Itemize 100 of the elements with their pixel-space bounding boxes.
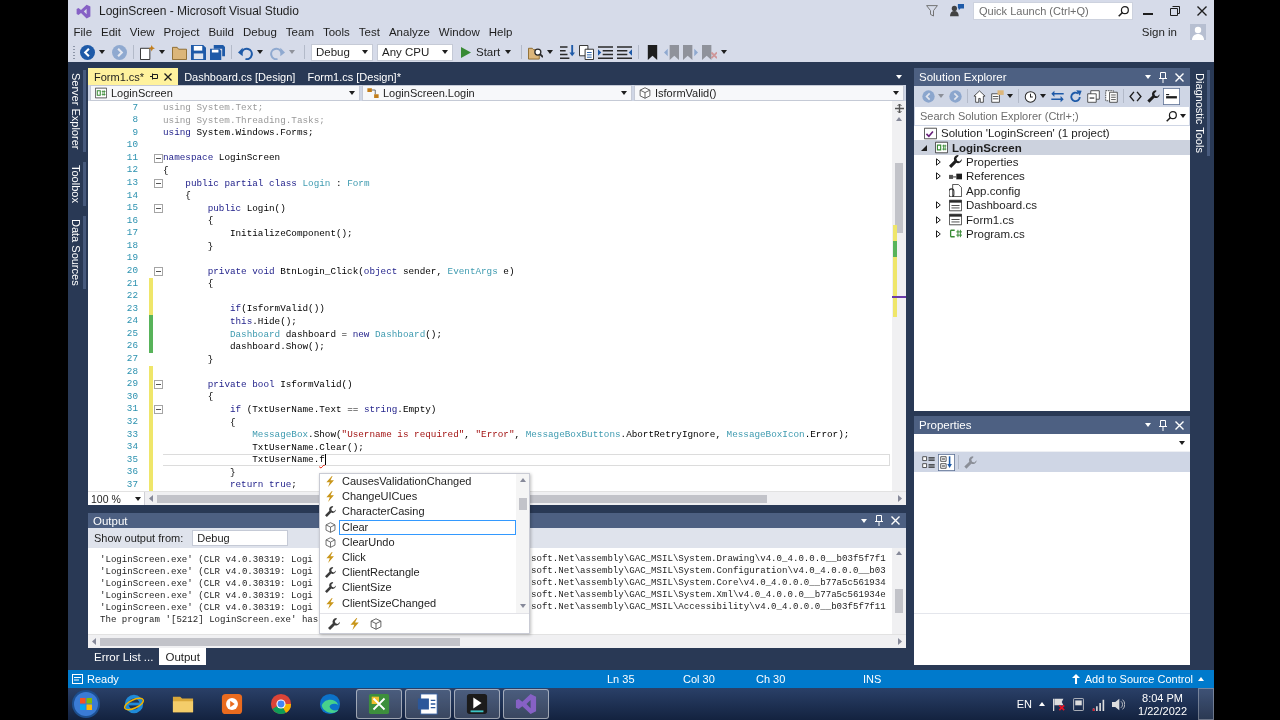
start-button[interactable]: Start: [457, 43, 516, 61]
completion-item[interactable]: ClientSize: [339, 580, 516, 596]
member-dropdown[interactable]: IsformValid(): [634, 85, 904, 101]
tree-item[interactable]: Dashboard.cs: [914, 197, 1043, 213]
step-into-icon[interactable]: [560, 44, 576, 60]
side-tab[interactable]: Diagnostic Tools: [1194, 70, 1210, 156]
completion-item[interactable]: ClientRectangle: [339, 565, 516, 581]
completion-item[interactable]: ClearUndo: [339, 534, 516, 550]
caret-icon[interactable]: [1040, 94, 1046, 98]
document-tab[interactable]: Dashboard.cs [Design]: [178, 68, 302, 85]
menu-item[interactable]: File: [69, 23, 97, 41]
sort-icon[interactable]: [938, 453, 955, 471]
save-all-icon[interactable]: [210, 44, 225, 60]
restore-icon[interactable]: [1170, 6, 1180, 16]
tree-item[interactable]: Properties: [914, 154, 1025, 170]
completion-item[interactable]: Clear: [339, 519, 516, 535]
caret-icon[interactable]: [547, 50, 554, 54]
collapsed-arrow-icon[interactable]: [935, 215, 941, 224]
expanded-arrow-icon[interactable]: [921, 144, 927, 151]
menu-item[interactable]: Build: [203, 23, 239, 41]
menu-item[interactable]: View: [125, 23, 160, 41]
caret-icon[interactable]: [896, 74, 902, 79]
wrench-icon[interactable]: [1145, 87, 1162, 105]
type-dropdown[interactable]: LoginScreen.Login: [362, 85, 632, 101]
clock-date[interactable]: 1/22/2022: [1138, 704, 1187, 717]
output-source-dropdown[interactable]: Debug: [192, 530, 289, 546]
caret-icon[interactable]: [721, 50, 728, 54]
collapsed-arrow-icon[interactable]: [935, 229, 941, 238]
language-indicator[interactable]: EN: [1016, 698, 1033, 710]
panel-tab[interactable]: Output: [159, 648, 206, 665]
folder-icon[interactable]: [172, 44, 187, 60]
tree-item[interactable]: App.config: [914, 183, 1027, 198]
tree-item[interactable]: Solution 'LoginScreen' (1 project): [914, 126, 1116, 141]
dash-icon[interactable]: [1163, 87, 1180, 105]
caret-icon[interactable]: [1145, 75, 1151, 79]
taskbar-button[interactable]: [454, 689, 500, 719]
collapse-icon[interactable]: [153, 405, 163, 415]
quick-launch-field[interactable]: Quick Launch (Ctrl+Q): [973, 2, 1133, 20]
flag-icon[interactable]: [1052, 697, 1066, 711]
menu-item[interactable]: Tools: [318, 23, 355, 41]
vertical-scrollbar[interactable]: [516, 474, 529, 613]
zoom-dropdown[interactable]: 100 %: [88, 492, 145, 505]
tree-item[interactable]: Program.cs: [914, 226, 1031, 242]
menu-item[interactable]: Analyze: [384, 23, 435, 41]
document-tab[interactable]: Form1.cs [Design]*: [301, 68, 407, 85]
caret-icon[interactable]: [99, 50, 105, 54]
scroll-left-icon[interactable]: [92, 638, 96, 645]
scroll-left-icon[interactable]: [149, 495, 153, 502]
pin-icon[interactable]: [150, 72, 159, 81]
close-icon[interactable]: [1197, 6, 1207, 16]
person-chat-icon[interactable]: [950, 4, 964, 18]
scroll-thumb[interactable]: [518, 498, 527, 510]
completion-item[interactable]: ChangeUICues: [339, 489, 516, 505]
document-tab[interactable]: Form1.cs*: [88, 68, 179, 85]
vertical-scrollbar[interactable]: [892, 101, 906, 491]
search-field[interactable]: Search Solution Explorer (Ctrl+;): [914, 106, 1190, 126]
start-orb-icon[interactable]: [72, 690, 100, 718]
scroll-thumb[interactable]: [895, 589, 903, 613]
cube-icon[interactable]: [370, 617, 382, 630]
new-project-icon[interactable]: [140, 44, 155, 60]
collapse-icon[interactable]: [153, 380, 163, 389]
collapsed-arrow-icon[interactable]: [935, 201, 941, 210]
vertical-scrollbar[interactable]: [892, 548, 906, 634]
completion-item[interactable]: ClientSizeChanged: [339, 595, 516, 611]
home-icon[interactable]: [971, 87, 988, 105]
split-handle-icon[interactable]: [894, 104, 904, 113]
collapse-icon[interactable]: [153, 203, 163, 213]
collapsed-arrow-icon[interactable]: [935, 157, 941, 166]
show-desktop-button[interactable]: [1198, 688, 1214, 720]
taskbar-button[interactable]: [356, 689, 402, 719]
menu-item[interactable]: Window: [434, 23, 485, 41]
comment-lines-icon[interactable]: [598, 44, 614, 60]
panel-tab[interactable]: Error List ...: [88, 648, 160, 665]
project-dropdown[interactable]: LoginScreen: [90, 85, 360, 101]
caret-icon[interactable]: [1007, 94, 1013, 98]
collapse-icon[interactable]: [153, 178, 163, 188]
scroll-right-icon[interactable]: [898, 495, 902, 502]
taskbar-button[interactable]: [405, 689, 451, 719]
uncomment-lines-icon[interactable]: [617, 44, 633, 60]
scroll-thumb[interactable]: [100, 637, 460, 646]
categorized-icon[interactable]: [920, 453, 937, 471]
caret-icon[interactable]: [1145, 423, 1151, 427]
refresh-icon[interactable]: [1067, 87, 1084, 105]
collapse-all-icon[interactable]: [1085, 87, 1102, 105]
caret-icon[interactable]: [257, 50, 263, 54]
sign-in-link[interactable]: Sign in: [1141, 26, 1177, 38]
menu-item[interactable]: Edit: [96, 23, 126, 41]
menu-item[interactable]: Team: [281, 23, 319, 41]
collapsed-arrow-icon[interactable]: [935, 172, 941, 181]
menu-item[interactable]: Project: [159, 23, 204, 41]
scroll-right-icon[interactable]: [898, 638, 902, 645]
caret-icon[interactable]: [159, 50, 165, 54]
switch-views-icon[interactable]: [989, 87, 1006, 105]
tree-item[interactable]: Form1.cs: [914, 212, 1020, 227]
menu-item[interactable]: Help: [484, 23, 517, 41]
lightning-icon[interactable]: [349, 617, 361, 630]
configuration-dropdown[interactable]: Debug: [311, 43, 373, 61]
speaker-icon[interactable]: [1112, 697, 1126, 711]
completion-item[interactable]: CausesValidationChanged: [339, 474, 516, 490]
clock-time[interactable]: 8:04 PM: [1142, 691, 1183, 704]
